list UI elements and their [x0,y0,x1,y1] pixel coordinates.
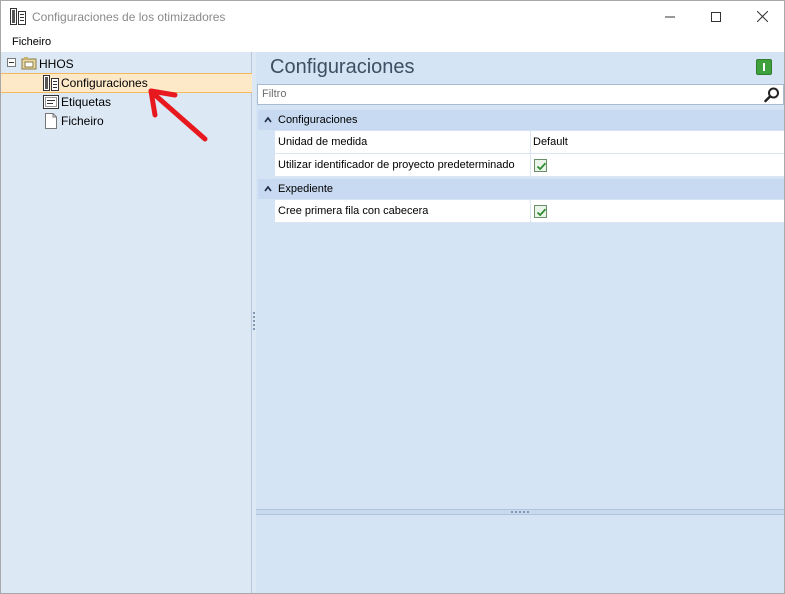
menu-ficheiro[interactable]: Ficheiro [12,36,51,48]
property-row[interactable]: Unidad de medida Default [275,131,784,154]
window-title: Configuraciones de los otimizadores [32,10,226,24]
search-icon[interactable] [764,87,780,103]
navigation-tree: HHOS Configuraciones Etiquetas Ficheiro [1,52,252,593]
main-window: Configuraciones de los otimizadores Fich… [0,0,785,594]
category-label: Expediente [278,183,334,195]
app-icon [10,8,26,25]
config-icon [43,75,59,91]
page-title: Configuraciones [270,56,415,78]
tree-root-label: HHOS [39,57,74,71]
maximize-button[interactable] [693,1,739,32]
close-button[interactable] [739,1,785,32]
property-name: Utilizar identificador de proyecto prede… [278,159,515,171]
tree-item-label: Etiquetas [61,95,112,109]
filter-placeholder: Filtro [262,88,287,100]
category-expediente[interactable]: Expediente [258,179,784,199]
property-name: Cree primera fila con cabecera [278,205,429,217]
label-icon [43,94,59,110]
category-label: Configuraciones [278,114,358,126]
minimize-button[interactable] [647,1,693,32]
description-pane [256,515,784,593]
splitter-grip-icon [253,312,255,330]
file-icon [43,113,59,129]
filter-input[interactable]: Filtro [257,84,784,105]
identificador-checkbox[interactable] [534,159,547,172]
unidad-de-medida-value[interactable]: Default [533,136,568,148]
tree-root-hhos[interactable]: HHOS [21,55,74,73]
settings-panel: Configuraciones Filtro Configuraciones U… [256,52,784,593]
property-name: Unidad de medida [278,136,368,148]
tree-item-etiquetas[interactable]: Etiquetas [43,93,111,111]
tree-item-label: Ficheiro [61,114,104,128]
tree-item-configuraciones[interactable]: Configuraciones [1,73,252,93]
collapse-chevron-icon[interactable] [264,185,272,193]
collapse-toggle-icon[interactable] [7,58,16,67]
property-row[interactable]: Cree primera fila con cabecera [275,200,784,223]
column-divider [530,200,531,223]
column-divider [530,131,531,154]
info-button[interactable] [756,59,772,75]
property-row[interactable]: Utilizar identificador de proyecto prede… [275,154,784,177]
project-icon [21,56,37,72]
column-divider [530,154,531,177]
menu-bar: Ficheiro [1,32,784,52]
tree-item-ficheiro[interactable]: Ficheiro [43,112,104,130]
tree-item-label: Configuraciones [61,76,148,90]
cabecera-checkbox[interactable] [534,205,547,218]
title-bar: Configuraciones de los otimizadores [1,1,784,32]
splitter-grip-icon [511,511,529,513]
category-configuraciones[interactable]: Configuraciones [258,110,784,130]
collapse-chevron-icon[interactable] [264,116,272,124]
